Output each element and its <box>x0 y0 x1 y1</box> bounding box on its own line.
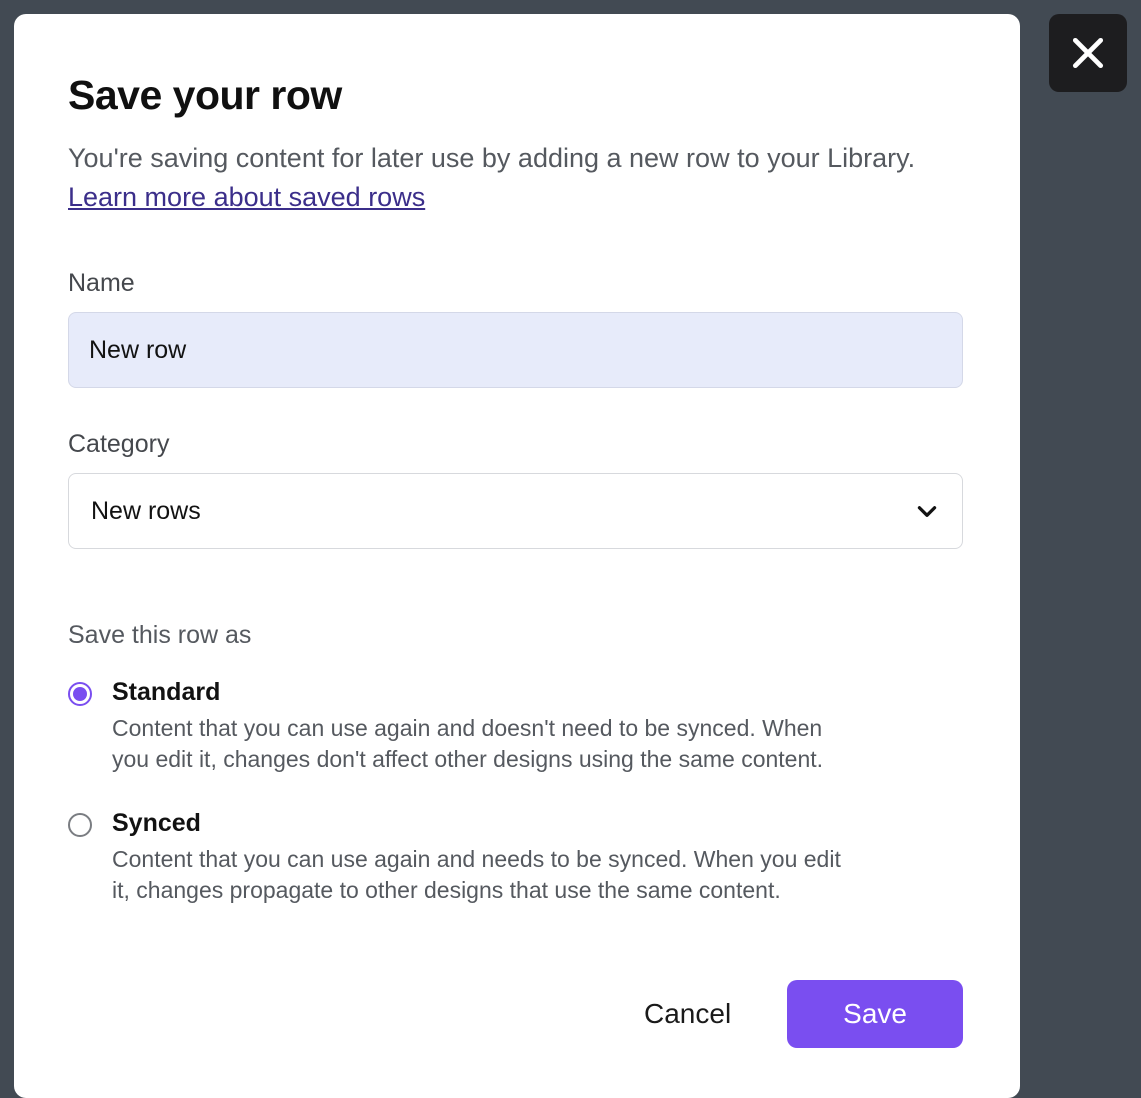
radio-body: Synced Content that you can use again an… <box>112 809 848 906</box>
radio-description: Content that you can use again and needs… <box>112 844 848 906</box>
name-input[interactable] <box>68 312 963 388</box>
modal-footer: Cancel Save <box>68 940 963 1048</box>
category-field-group: Category New rows <box>68 430 966 549</box>
modal-subtitle: You're saving content for later use by a… <box>68 139 938 217</box>
name-label: Name <box>68 269 966 298</box>
chevron-down-icon <box>914 498 940 524</box>
save-button[interactable]: Save <box>787 980 963 1048</box>
radio-description: Content that you can use again and doesn… <box>112 713 848 775</box>
radio-body: Standard Content that you can use again … <box>112 678 848 775</box>
learn-more-link[interactable]: Learn more about saved rows <box>68 182 425 212</box>
radio-title: Synced <box>112 809 848 838</box>
category-label: Category <box>68 430 966 459</box>
save-row-modal: Save your row You're saving content for … <box>14 14 1020 1098</box>
category-value: New rows <box>91 497 201 526</box>
category-select[interactable]: New rows <box>68 473 963 549</box>
modal-title: Save your row <box>68 72 966 119</box>
name-field-group: Name <box>68 269 966 388</box>
radio-option-standard[interactable]: Standard Content that you can use again … <box>68 678 848 775</box>
close-icon <box>1069 34 1107 72</box>
radio-indicator <box>68 813 92 837</box>
radio-title: Standard <box>112 678 848 707</box>
radio-option-synced[interactable]: Synced Content that you can use again an… <box>68 809 848 906</box>
cancel-button[interactable]: Cancel <box>644 998 731 1030</box>
radio-indicator <box>68 682 92 706</box>
close-button[interactable] <box>1049 14 1127 92</box>
subtitle-text: You're saving content for later use by a… <box>68 143 915 173</box>
save-as-label: Save this row as <box>68 621 966 650</box>
